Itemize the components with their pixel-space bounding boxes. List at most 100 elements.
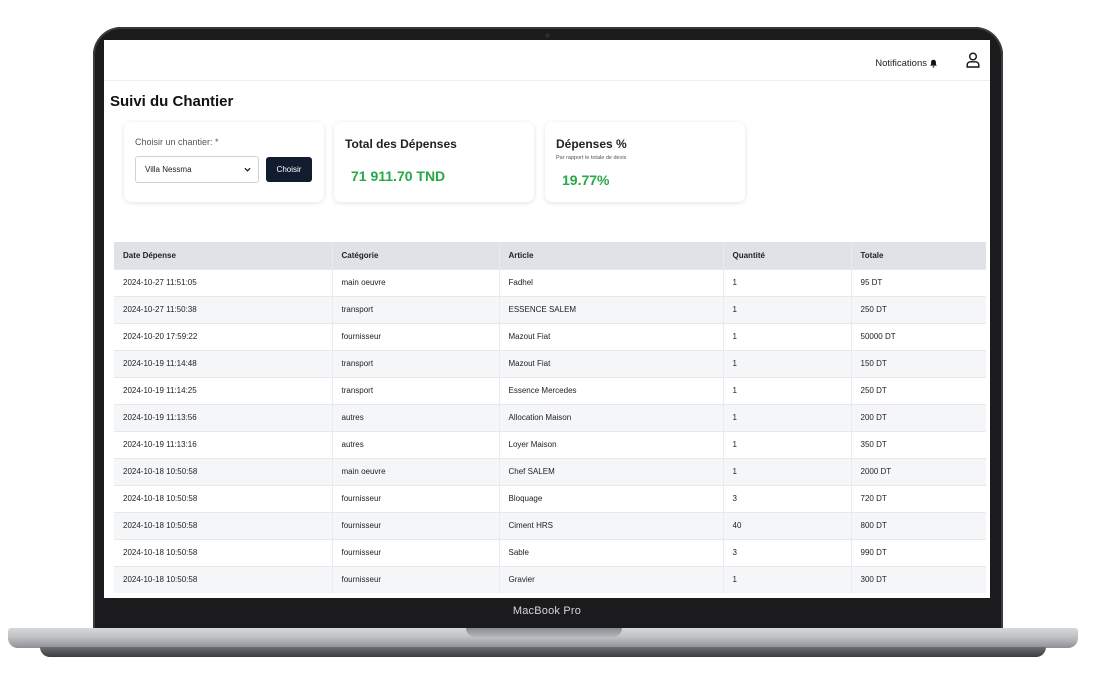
cell-category: autres — [331, 430, 499, 458]
cell-category: main oeuvre — [331, 457, 499, 485]
cell-article: Loyer Maison — [498, 430, 723, 458]
table-row[interactable]: 2024-10-27 11:50:38 transport ESSENCE SALE… — [114, 295, 986, 323]
table-row[interactable]: 2024-10-18 10:50:58 fournisseur Bloquage 3 7… — [114, 484, 986, 512]
cell-total: 990 DT — [850, 538, 986, 566]
cell-article: Ciment HRS — [498, 511, 723, 539]
site-select[interactable]: Villa Nessma — [135, 156, 259, 183]
cell-quantity: 3 — [722, 538, 851, 566]
cell-total: 150 DT — [850, 349, 986, 377]
choose-button[interactable]: Choisir — [266, 157, 312, 182]
cell-category: fournisseur — [331, 538, 499, 566]
table-row[interactable]: 2024-10-19 11:13:56 autres Allocation Mais… — [114, 403, 986, 431]
cell-quantity: 1 — [722, 268, 851, 296]
cell-total: 250 DT — [850, 295, 986, 323]
notifications-link[interactable]: Notifications — [875, 58, 938, 69]
notifications-label: Notifications — [875, 58, 927, 69]
cell-quantity: 1 — [722, 457, 851, 485]
cell-total: 250 DT — [850, 376, 986, 404]
cell-category: fournisseur — [331, 484, 499, 512]
cell-date: 2024-10-27 11:50:38 — [114, 295, 332, 323]
expenses-percent-value: 19.77% — [562, 172, 610, 188]
column-header-article[interactable]: Article — [498, 242, 723, 269]
cell-article: Mazout Fiat — [498, 349, 723, 377]
table-row[interactable]: 2024-10-19 11:14:48 transport Mazout Fiat 1… — [114, 349, 986, 377]
cell-quantity: 3 — [722, 484, 851, 512]
cell-quantity: 1 — [722, 403, 851, 431]
column-header-date[interactable]: Date Dépense — [114, 242, 332, 269]
cell-total: 720 DT — [850, 484, 986, 512]
laptop-base-shadow — [40, 647, 1046, 657]
cell-date: 2024-10-19 11:13:16 — [114, 430, 332, 458]
page-title: Suivi du Chantier — [110, 93, 234, 110]
table-row[interactable]: 2024-10-18 10:50:58 main oeuvre Chef SALEM… — [114, 457, 986, 485]
cell-article: Sable — [498, 538, 723, 566]
table-body: 2024-10-27 11:51:05 main oeuvre Fadhel 1 95 … — [114, 268, 986, 593]
cell-quantity: 1 — [722, 565, 851, 593]
site-select-value: Villa Nessma — [145, 165, 192, 174]
cell-article: Mazout Fiat — [498, 322, 723, 350]
chevron-down-icon — [244, 167, 251, 172]
table-row[interactable]: 2024-10-18 10:50:58 fournisseur Sable 3 990 … — [114, 538, 986, 566]
cell-date: 2024-10-18 10:50:58 — [114, 511, 332, 539]
expenses-percent-title: Dépenses % — [556, 137, 627, 151]
cell-quantity: 1 — [722, 349, 851, 377]
cell-total: 350 DT — [850, 430, 986, 458]
cell-date: 2024-10-18 10:50:58 — [114, 484, 332, 512]
table-row[interactable]: 2024-10-20 17:59:22 fournisseur Mazout Fia… — [114, 322, 986, 350]
cell-category: transport — [331, 295, 499, 323]
table-row[interactable]: 2024-10-18 10:50:58 fournisseur Gravier 1 30… — [114, 565, 986, 593]
table-row[interactable]: 2024-10-18 10:50:58 fournisseur Ciment HRS… — [114, 511, 986, 539]
cell-date: 2024-10-18 10:50:58 — [114, 565, 332, 593]
camera-icon — [545, 33, 550, 38]
expenses-percent-subtitle: Par rapport le totale de devis — [556, 155, 627, 161]
cell-category: transport — [331, 349, 499, 377]
site-selector-label: Choisir un chantier: * — [135, 137, 219, 147]
cell-total: 300 DT — [850, 565, 986, 593]
cell-total: 800 DT — [850, 511, 986, 539]
cell-quantity: 1 — [722, 322, 851, 350]
cell-total: 95 DT — [850, 268, 986, 296]
cell-quantity: 1 — [722, 295, 851, 323]
column-header-category[interactable]: Catégorie — [331, 242, 499, 269]
cell-article: Gravier — [498, 565, 723, 593]
total-expenses-value: 71 911.70 TND — [351, 168, 446, 184]
user-icon[interactable] — [966, 52, 980, 68]
table-row[interactable]: 2024-10-19 11:13:16 autres Loyer Maison 1 35… — [114, 430, 986, 458]
cell-date: 2024-10-20 17:59:22 — [114, 322, 332, 350]
cell-date: 2024-10-19 11:13:56 — [114, 403, 332, 431]
site-selector-card: Choisir un chantier: * Villa Nessma Choi… — [124, 122, 324, 202]
top-bar: Notifications — [104, 40, 990, 81]
cell-date: 2024-10-18 10:50:58 — [114, 457, 332, 485]
column-header-quantity[interactable]: Quantité — [722, 242, 851, 269]
table-header-row: Date Dépense Catégorie Article Quantité … — [114, 242, 986, 269]
table-row[interactable]: 2024-10-19 11:14:25 transport Essence Merc… — [114, 376, 986, 404]
table-row[interactable]: 2024-10-27 11:51:05 main oeuvre Fadhel 1 95 … — [114, 268, 986, 296]
cell-article: ESSENCE SALEM — [498, 295, 723, 323]
cell-category: transport — [331, 376, 499, 404]
cell-total: 50000 DT — [850, 322, 986, 350]
cell-article: Bloquage — [498, 484, 723, 512]
cell-article: Fadhel — [498, 268, 723, 296]
screen: Notifications Suivi du Chantier Choisir … — [104, 40, 990, 598]
device-label: MacBook Pro — [512, 605, 582, 617]
cell-category: fournisseur — [331, 565, 499, 593]
total-expenses-title: Total des Dépenses — [345, 137, 457, 151]
cell-category: main oeuvre — [331, 268, 499, 296]
cell-quantity: 40 — [722, 511, 851, 539]
total-expenses-card: Total des Dépenses 71 911.70 TND — [334, 122, 534, 202]
laptop-notch — [466, 628, 622, 637]
cell-quantity: 1 — [722, 430, 851, 458]
bell-icon — [930, 59, 937, 68]
cell-total: 2000 DT — [850, 457, 986, 485]
column-header-total[interactable]: Totale — [850, 242, 986, 269]
cell-total: 200 DT — [850, 403, 986, 431]
cell-category: autres — [331, 403, 499, 431]
expenses-table: Date Dépense Catégorie Article Quantité … — [114, 242, 986, 593]
cell-category: fournisseur — [331, 322, 499, 350]
cell-article: Essence Mercedes — [498, 376, 723, 404]
cell-category: fournisseur — [331, 511, 499, 539]
cell-date: 2024-10-27 11:51:05 — [114, 268, 332, 296]
cell-quantity: 1 — [722, 376, 851, 404]
cell-article: Allocation Maison — [498, 403, 723, 431]
cell-article: Chef SALEM — [498, 457, 723, 485]
